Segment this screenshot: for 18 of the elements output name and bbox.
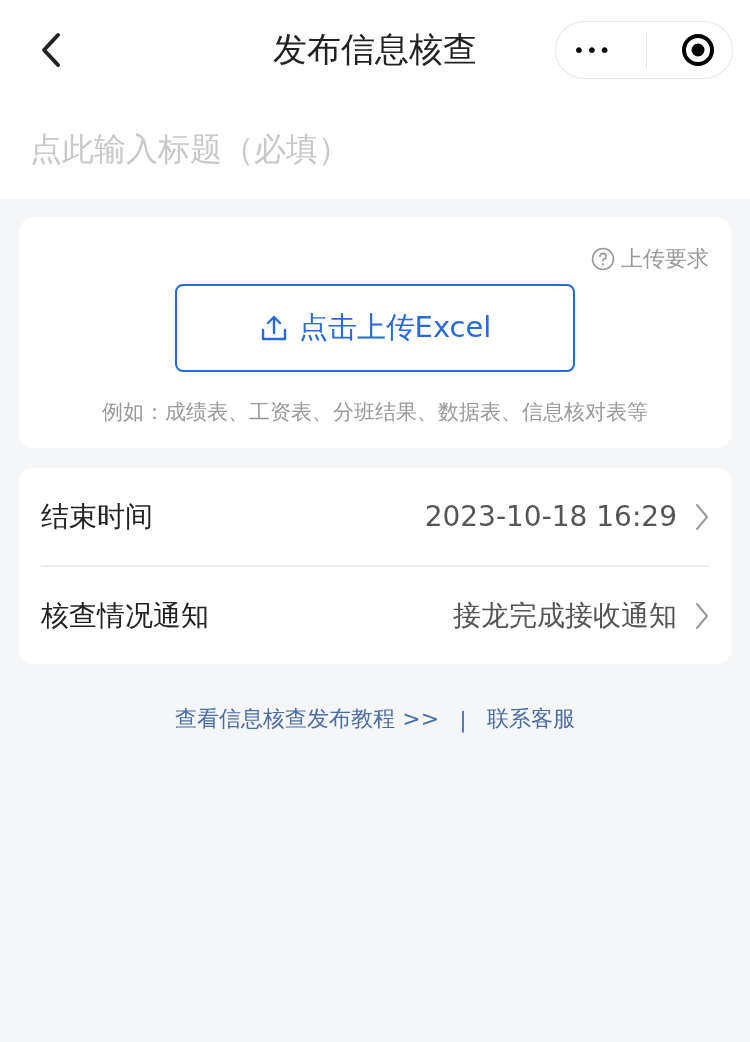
- more-button[interactable]: •••: [573, 38, 612, 62]
- setting-label: 核查情况通知: [41, 597, 209, 634]
- upload-hint: 例如：成绩表、工资表、分班结果、数据表、信息核对表等: [102, 399, 648, 426]
- back-icon[interactable]: [40, 32, 62, 68]
- setting-row[interactable]: 核查情况通知 接龙完成接收通知: [41, 565, 709, 664]
- footer-link[interactable]: 联系客服: [486, 704, 575, 734]
- setting-value: 2023-10-18 16:29: [424, 500, 677, 533]
- setting-label: 结束时间: [41, 498, 153, 535]
- separator: |: [459, 706, 467, 732]
- chevron-right-icon: [695, 601, 709, 630]
- chevron-right-icon: [695, 502, 709, 531]
- setting-value: 接龙完成接收通知: [453, 597, 677, 634]
- upload-excel-button[interactable]: 点击上传Excel: [175, 284, 575, 372]
- page-title: 发布信息核查: [272, 28, 478, 71]
- setting-row[interactable]: 结束时间 2023-10-18 16:29: [41, 468, 709, 565]
- upload-requirements-link[interactable]: 上传要求: [591, 244, 709, 274]
- footer-link[interactable]: 查看信息核查发布教程 >>: [175, 704, 440, 734]
- help-icon: [591, 247, 615, 271]
